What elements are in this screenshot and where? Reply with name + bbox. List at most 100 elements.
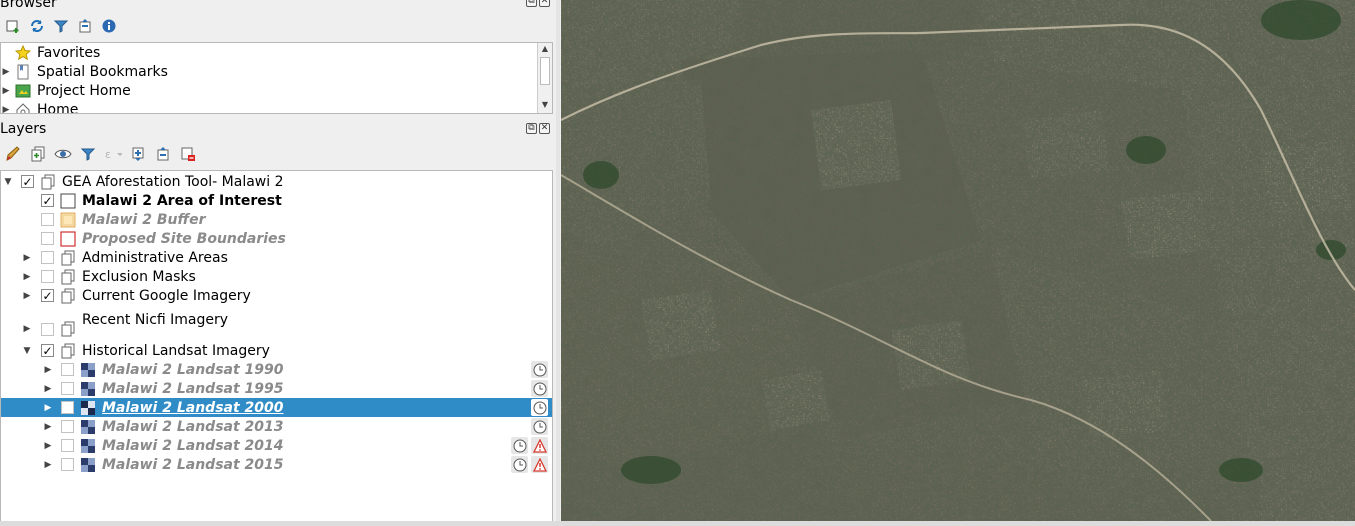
expand-arrow-icon[interactable]: ▶ [1, 67, 11, 77]
layer-checkbox[interactable] [61, 420, 74, 433]
browser-scrollbar[interactable]: ▲ ▼ [537, 43, 552, 113]
browser-item-project-home[interactable]: ▶ Project Home [1, 81, 131, 100]
layer-checkbox[interactable]: ✓ [41, 289, 54, 302]
layer-checkbox[interactable] [41, 251, 54, 264]
expand-all-icon[interactable] [129, 145, 147, 163]
layer-indicators [511, 437, 548, 454]
layer-row-landsat-2014[interactable]: ▶ Malawi 2 Landsat 2014 [1, 436, 552, 455]
group-icon [60, 269, 76, 285]
expand-arrow-icon[interactable]: ▶ [43, 460, 53, 470]
layer-row-area-of-interest[interactable]: ✓ Malawi 2 Area of Interest [1, 191, 552, 210]
layer-group-recent-nicfi-imagery[interactable]: ▶ Recent Nicfi Imagery [1, 305, 552, 339]
close-panel-button[interactable]: ✕ [539, 0, 550, 7]
expand-arrow-icon[interactable]: ▶ [1, 86, 11, 96]
dock-splitter[interactable] [556, 0, 560, 526]
layer-checkbox[interactable] [61, 382, 74, 395]
layer-row-landsat-1990[interactable]: ▶ Malawi 2 Landsat 1990 [1, 360, 552, 379]
collapse-arrow-icon[interactable]: ▼ [3, 177, 13, 187]
float-panel-button[interactable]: ⧉ [526, 0, 537, 7]
group-icon [40, 174, 56, 190]
layer-checkbox[interactable]: ✓ [21, 175, 34, 188]
temporal-clock-icon[interactable] [531, 399, 548, 416]
temporal-clock-icon[interactable] [511, 456, 528, 473]
layer-row-landsat-2013[interactable]: ▶ Malawi 2 Landsat 2013 [1, 417, 552, 436]
layer-label: Malawi 2 Area of Interest [82, 192, 282, 209]
layer-checkbox[interactable]: ✓ [41, 344, 54, 357]
filter-expression-icon[interactable]: ε [104, 145, 122, 163]
layer-checkbox[interactable] [41, 270, 54, 283]
filter-legend-icon[interactable] [79, 145, 97, 163]
float-panel-button[interactable]: ⧉ [526, 123, 537, 134]
close-panel-button[interactable]: ✕ [539, 123, 550, 134]
browser-tree[interactable]: Favorites ▶ Spatial Bookmarks ▶ Project … [0, 42, 553, 114]
expand-arrow-icon[interactable]: ▶ [22, 324, 32, 334]
layer-checkbox[interactable] [61, 458, 74, 471]
layer-checkbox[interactable] [41, 232, 54, 245]
refresh-icon[interactable] [28, 17, 46, 35]
add-group-icon[interactable] [29, 145, 47, 163]
expand-arrow-icon[interactable]: ▶ [1, 105, 11, 114]
expand-arrow-icon[interactable]: ▶ [43, 422, 53, 432]
scrollbar-thumb[interactable] [540, 57, 550, 85]
browser-toolbar [0, 14, 118, 38]
layer-row-landsat-1995[interactable]: ▶ Malawi 2 Landsat 1995 [1, 379, 552, 398]
filter-icon[interactable] [52, 17, 70, 35]
expand-arrow-icon[interactable]: ▶ [43, 384, 53, 394]
layer-row-buffer[interactable]: Malawi 2 Buffer [1, 210, 552, 229]
info-icon[interactable] [100, 17, 118, 35]
warning-icon[interactable] [531, 456, 548, 473]
layer-indicators [531, 361, 548, 378]
scroll-up-icon[interactable]: ▲ [538, 44, 552, 56]
browser-item-label: Home [37, 101, 79, 114]
layer-label: Malawi 2 Landsat 2015 [102, 456, 284, 473]
layer-checkbox[interactable]: ✓ [41, 194, 54, 207]
scroll-down-icon[interactable]: ▼ [538, 100, 552, 112]
raster-icon [80, 457, 96, 473]
layer-label: Malawi 2 Landsat 2013 [102, 418, 284, 435]
collapse-arrow-icon[interactable]: ▼ [22, 346, 32, 356]
layer-label: Malawi 2 Landsat 2000 [102, 399, 284, 416]
layer-row-landsat-2000[interactable]: ▶ Malawi 2 Landsat 2000 [1, 398, 552, 417]
layer-checkbox[interactable] [41, 322, 54, 336]
temporal-clock-icon[interactable] [531, 361, 548, 378]
layer-group-exclusion-masks[interactable]: ▶ Exclusion Masks [1, 267, 552, 286]
temporal-clock-icon[interactable] [531, 380, 548, 397]
layer-row-landsat-2015[interactable]: ▶ Malawi 2 Landsat 2015 [1, 455, 552, 474]
temporal-clock-icon[interactable] [511, 437, 528, 454]
layers-tree[interactable]: ▼ ✓ GEA Aforestation Tool- Malawi 2 ✓ Ma… [0, 170, 553, 522]
collapse-all-icon[interactable] [76, 17, 94, 35]
browser-item-label: Project Home [37, 82, 131, 99]
layer-group-root[interactable]: ▼ ✓ GEA Aforestation Tool- Malawi 2 [1, 172, 552, 191]
browser-item-favorites[interactable]: Favorites [1, 43, 100, 62]
layer-group-current-google-imagery[interactable]: ▶ ✓ Current Google Imagery [1, 286, 552, 305]
visibility-eye-icon[interactable] [54, 145, 72, 163]
layer-checkbox[interactable] [61, 439, 74, 452]
style-brush-icon[interactable] [4, 145, 22, 163]
group-icon [60, 288, 76, 304]
expand-arrow-icon[interactable]: ▶ [22, 272, 32, 282]
browser-item-home[interactable]: ▶ Home [1, 100, 79, 114]
expand-arrow-icon[interactable]: ▶ [43, 365, 53, 375]
expand-arrow-icon[interactable]: ▶ [43, 403, 53, 413]
layer-checkbox[interactable] [41, 213, 54, 226]
layer-checkbox[interactable] [61, 363, 74, 376]
add-layer-icon[interactable] [4, 17, 22, 35]
layer-group-administrative-areas[interactable]: ▶ Administrative Areas [1, 248, 552, 267]
map-canvas[interactable] [561, 0, 1355, 521]
warning-icon[interactable] [531, 437, 548, 454]
expand-arrow-icon[interactable]: ▶ [43, 441, 53, 451]
left-dock: Browser ⧉ ✕ Favorites ▶ Spatial Bookmark… [0, 0, 556, 526]
expand-arrow-icon[interactable]: ▶ [22, 253, 32, 263]
layer-group-historical-landsat-imagery[interactable]: ▼ ✓ Historical Landsat Imagery [1, 341, 552, 360]
layer-checkbox[interactable] [61, 401, 74, 414]
remove-layer-icon[interactable] [179, 145, 197, 163]
temporal-clock-icon[interactable] [531, 418, 548, 435]
layer-indicators [511, 456, 548, 473]
collapse-all-icon[interactable] [154, 145, 172, 163]
layer-label: GEA Aforestation Tool- Malawi 2 [62, 173, 284, 190]
browser-item-spatial-bookmarks[interactable]: ▶ Spatial Bookmarks [1, 62, 168, 81]
polygon-outline-red-icon [60, 230, 76, 247]
layer-row-proposed-site-boundaries[interactable]: Proposed Site Boundaries [1, 229, 552, 248]
expand-arrow-icon[interactable]: ▶ [22, 291, 32, 301]
project-home-icon [15, 83, 31, 99]
